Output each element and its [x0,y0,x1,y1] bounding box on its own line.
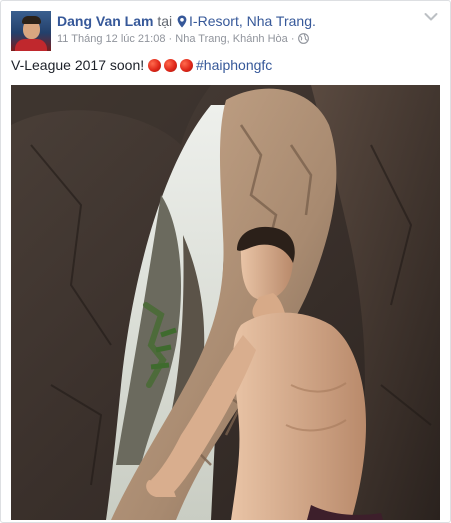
red-circle-emoji [148,59,162,72]
avatar[interactable] [11,11,51,51]
post-timestamp[interactable]: 11 Tháng 12 lúc 21:08 [57,33,165,45]
location-link[interactable]: I-Resort, Nha Trang. [189,13,316,29]
author-name[interactable]: Dang Van Lam [57,13,153,29]
red-circle-emoji [180,59,194,72]
post-text: V-League 2017 soon! [11,57,145,73]
post-photo[interactable] [11,85,440,520]
post-message: V-League 2017 soon! #haiphongfc [11,56,272,74]
post-meta: 11 Tháng 12 lúc 21:08 · Nha Trang, Khánh… [57,32,309,46]
hashtag-link[interactable]: #haiphongfc [196,57,272,73]
chevron-down-icon[interactable] [424,12,438,22]
globe-icon[interactable] [297,33,309,44]
meta-separator: · [168,33,173,45]
post-card: Dang Van Lam tại I-Resort, Nha Trang. 11… [0,0,451,523]
red-circle-emoji [164,59,178,72]
post-place[interactable]: Nha Trang, Khánh Hòa [175,33,288,45]
location-prefix: tại [157,13,173,29]
location-pin-icon [177,15,187,28]
meta-separator: · [290,33,295,45]
post-header: Dang Van Lam tại I-Resort, Nha Trang. 11… [11,9,440,51]
post-title-line: Dang Van Lam tại I-Resort, Nha Trang. [57,12,316,30]
